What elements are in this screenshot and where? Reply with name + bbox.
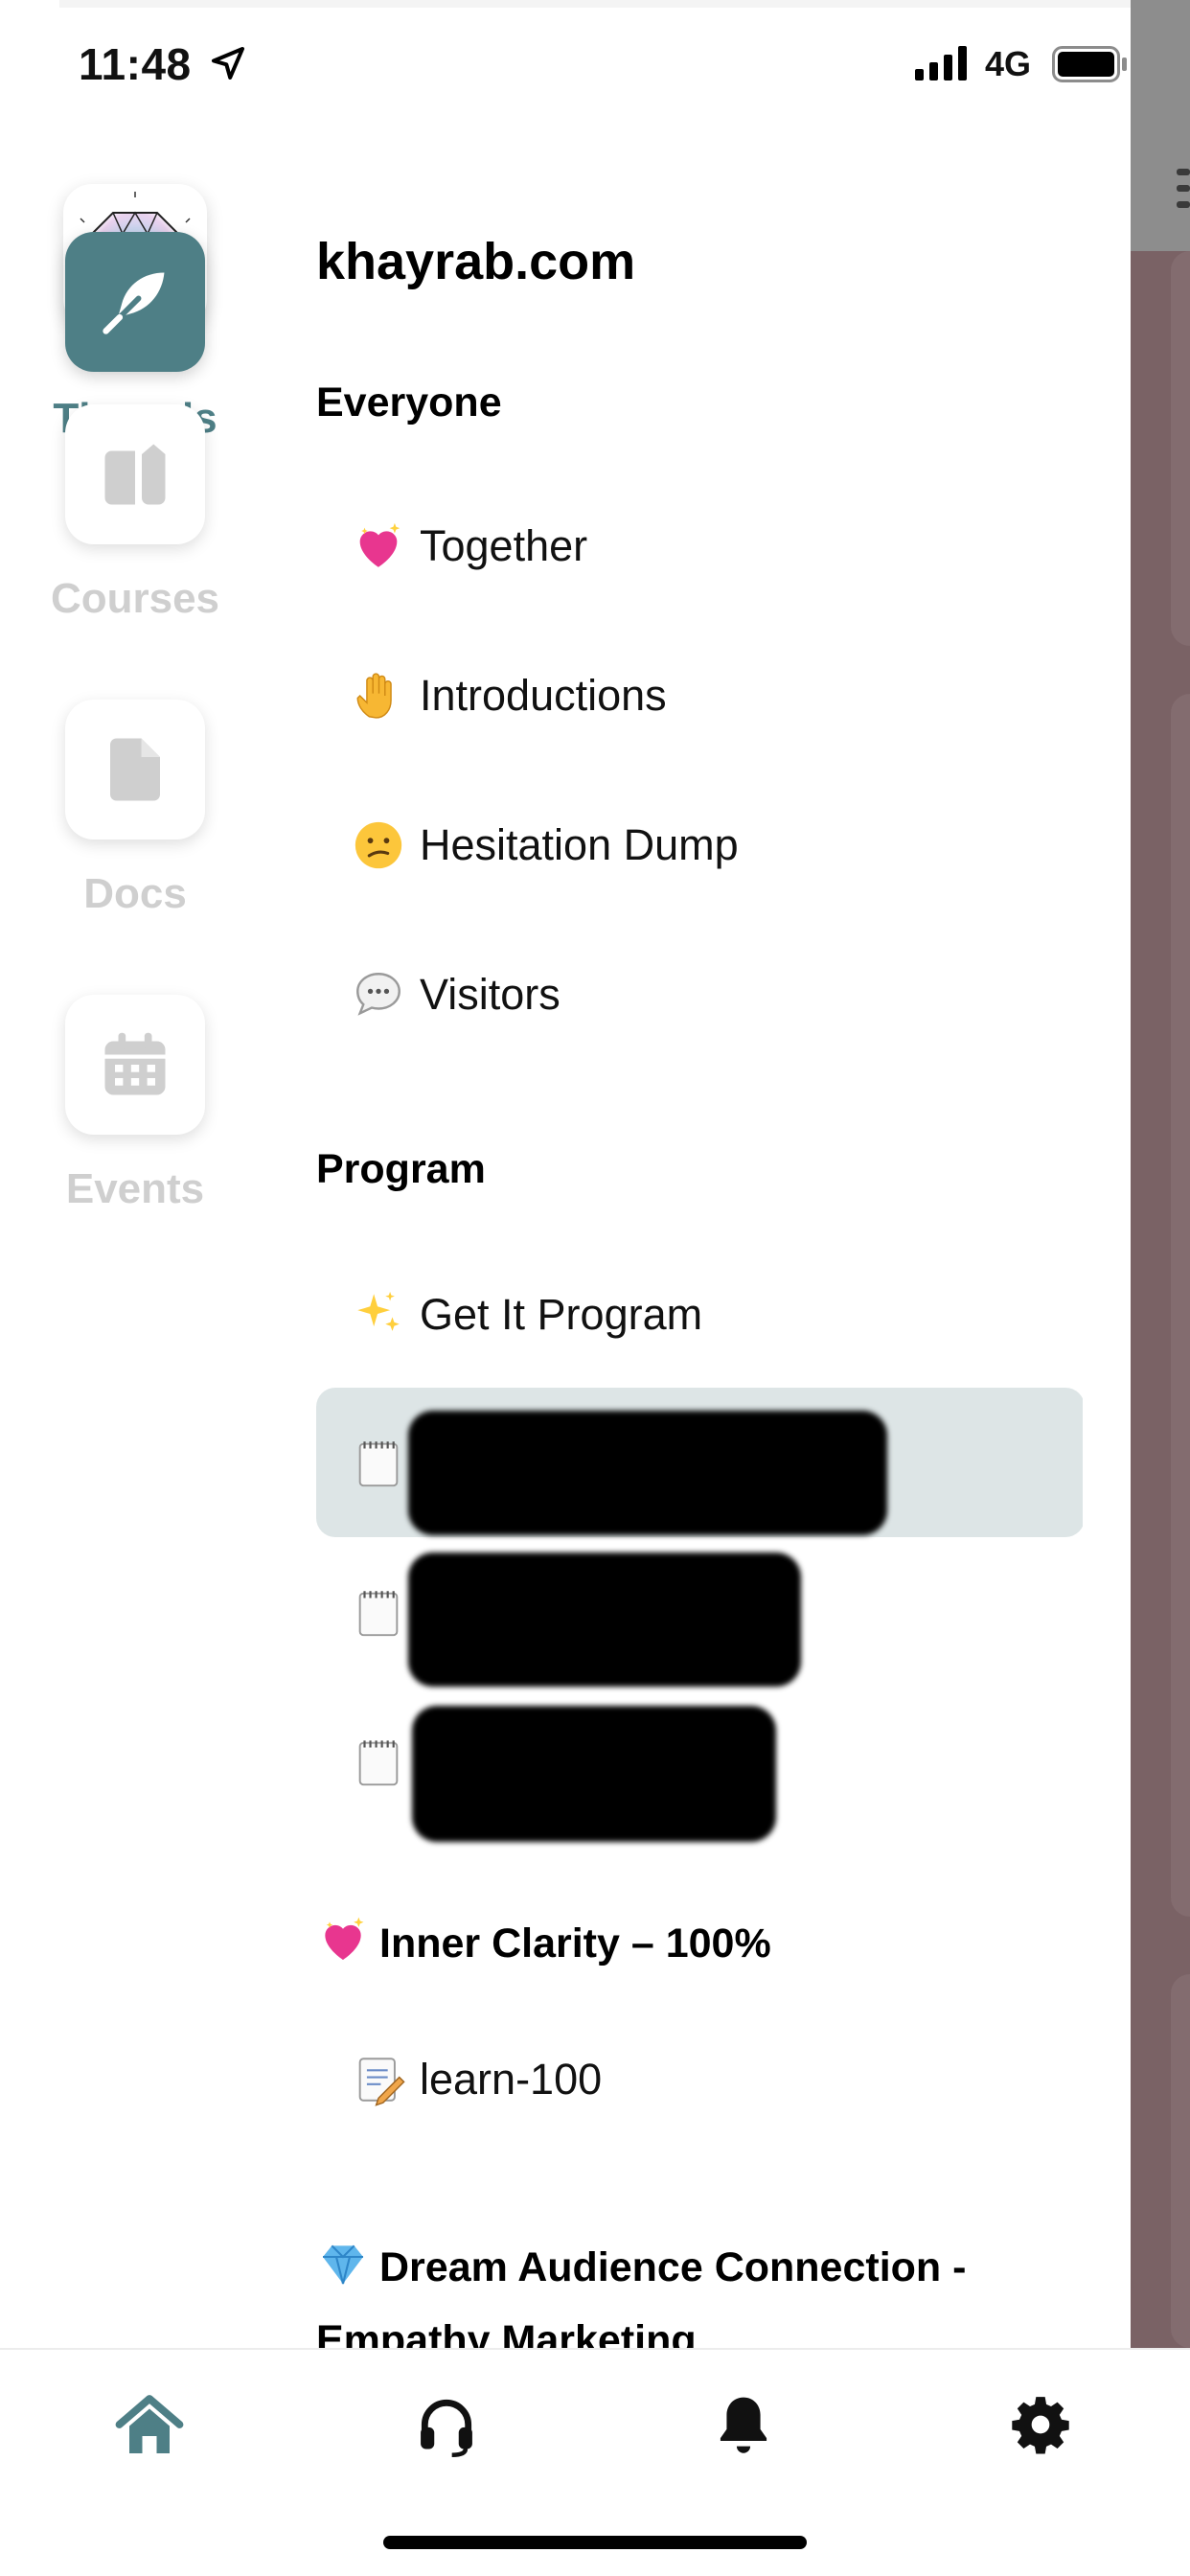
section-heading-inner-clarity: Inner Clarity – 100% [316, 1913, 771, 1967]
section-heading-text-line2: Empathy Marketing [316, 2317, 697, 2348]
menu-icon [1177, 169, 1190, 208]
speech-bubble-icon [356, 973, 400, 1016]
headphones-icon [421, 2399, 472, 2457]
redaction-mark [412, 1706, 776, 1842]
battery-icon [1052, 46, 1127, 82]
rail-label-events: Events [65, 1165, 205, 1212]
status-bar: 11:48 4G [0, 0, 1131, 125]
notepad-icon [358, 1441, 399, 1487]
confused-face-icon [355, 821, 402, 869]
network-type: 4G [985, 44, 1032, 83]
rail-tile-events[interactable] [65, 995, 205, 1135]
tab-support[interactable] [408, 2386, 485, 2463]
sidebar-rail: Threads Courses Docs [0, 125, 270, 2348]
redaction-mark [408, 1411, 887, 1535]
sparkles-icon [357, 1291, 400, 1331]
tab-home[interactable] [111, 2386, 188, 2463]
channel-label: Visitors [420, 970, 561, 1019]
notepad-icon [358, 1740, 399, 1786]
tab-settings[interactable] [1002, 2386, 1079, 2463]
channel-visitors[interactable]: Visitors [316, 920, 1083, 1070]
channel-label: Introductions [420, 671, 667, 720]
channel-introductions[interactable]: Introductions [316, 621, 1083, 770]
channel-list: khayrab.com Everyone Together Introducti… [316, 125, 1083, 2348]
scrim-header [1131, 0, 1190, 251]
status-time: 11:48 [79, 39, 192, 89]
settings-gear-icon [1012, 2397, 1069, 2454]
redaction-mark [408, 1552, 801, 1687]
channel-learn-100[interactable]: learn-100 [316, 2005, 1083, 2154]
channel-label: learn-100 [420, 2055, 603, 2104]
channel-redacted-1[interactable]: A [316, 1388, 1083, 1537]
section-heading-program: Program [316, 1146, 486, 1192]
page-title: khayrab.com [316, 233, 636, 290]
memo-icon [358, 2058, 405, 2106]
channel-label: Hesitation Dump [420, 820, 739, 869]
channel-together[interactable]: Together [316, 472, 1083, 621]
channel-get-it-program[interactable]: Get It Program [316, 1240, 1083, 1390]
document-icon [110, 738, 160, 801]
rail-tile-docs[interactable] [65, 700, 205, 840]
section-heading-dream-audience: Dream Audience Connection - Empathy Mark… [316, 2231, 966, 2348]
section-heading-text: Dream Audience Connection - [379, 2244, 967, 2290]
channel-label: Get It Program [420, 1290, 703, 1339]
scrim-card [1171, 694, 1190, 1917]
channel-hesitation-dump[interactable]: Hesitation Dump [316, 770, 1083, 920]
gem-icon [323, 2244, 363, 2285]
scrim-card [1171, 1974, 1190, 2348]
section-heading-everyone: Everyone [316, 380, 502, 426]
rail-label-docs: Docs [83, 870, 187, 917]
home-indicator [383, 2536, 807, 2549]
channel-label: Together [420, 521, 588, 570]
rail-tile-courses[interactable] [65, 404, 205, 544]
rail-label-courses: Courses [50, 575, 220, 622]
sparkling-heart-icon [359, 522, 400, 567]
notepad-icon [358, 1591, 399, 1637]
sparkling-heart-icon [325, 1917, 364, 1960]
channel-redacted-2[interactable]: M [316, 1537, 1083, 1687]
home-icon [115, 2395, 184, 2453]
scrim-card [1171, 251, 1190, 646]
cellular-signal-icon [915, 46, 967, 80]
rail-tile-threads[interactable] [65, 232, 205, 372]
channel-redacted-3[interactable]: S [316, 1687, 1083, 1842]
tab-notifications[interactable] [705, 2386, 782, 2463]
calendar-icon [104, 1032, 166, 1095]
feather-icon [103, 272, 165, 334]
bell-icon [720, 2397, 767, 2453]
location-arrow-icon [212, 47, 244, 80]
waving-hand-icon [356, 673, 392, 719]
course-book-icon [104, 444, 166, 505]
section-heading-text: Inner Clarity – 100% [379, 1920, 771, 1966]
